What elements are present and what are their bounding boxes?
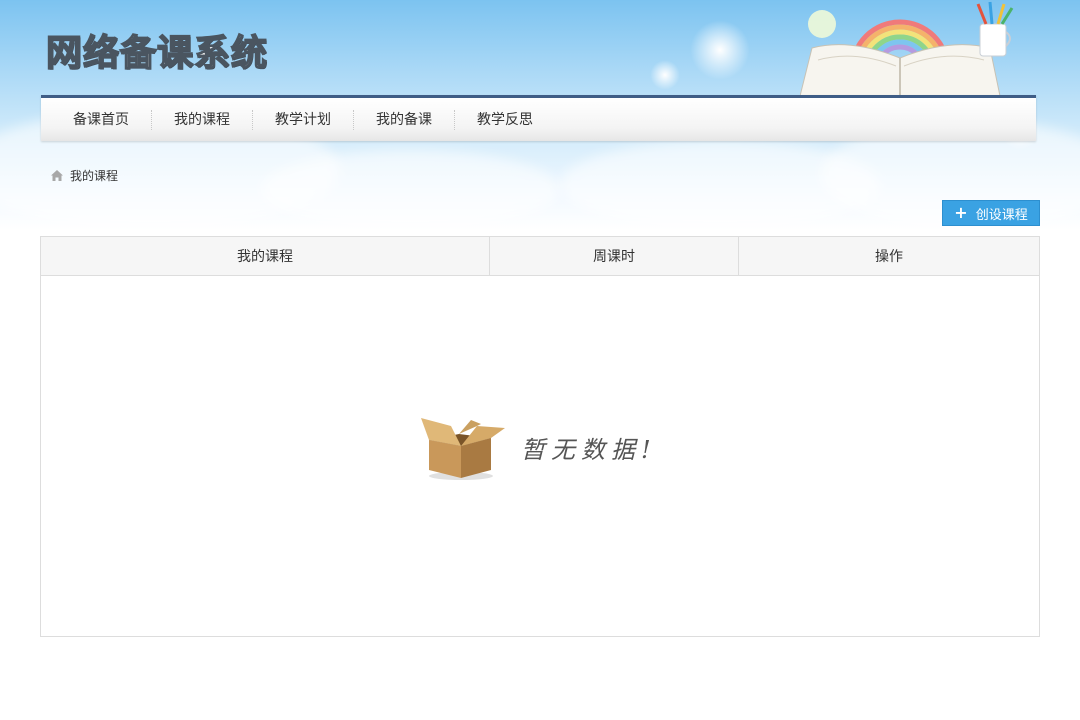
- nav-item-home[interactable]: 备课首页: [51, 109, 152, 130]
- main-nav: 备课首页 我的课程 教学计划 我的备课 教学反思: [41, 95, 1036, 141]
- empty-state: 暂无数据!: [421, 412, 681, 482]
- nav-item-my-lesson-prep[interactable]: 我的备课: [354, 109, 455, 130]
- home-icon[interactable]: [50, 169, 64, 182]
- courses-table: 我的课程 周课时 操作 暂无数据!: [40, 236, 1040, 637]
- nav-item-teaching-reflection[interactable]: 教学反思: [455, 110, 555, 130]
- empty-state-text: 暂无数据!: [521, 435, 657, 464]
- nav-item-teaching-plan[interactable]: 教学计划: [253, 109, 354, 130]
- app-logo-title: 网络备课系统: [45, 32, 269, 75]
- column-header-weekly-hours: 周课时: [490, 237, 739, 275]
- breadcrumb-current: 我的课程: [70, 168, 119, 183]
- column-header-actions: 操作: [875, 249, 903, 265]
- book-rainbow-illustration: [800, 1, 1014, 96]
- plus-icon: +: [954, 203, 968, 222]
- table-header: 我的课程 周课时 操作: [41, 237, 1039, 276]
- create-course-button[interactable]: + 创设课程: [942, 200, 1040, 226]
- column-header-course: 我的课程: [41, 237, 490, 275]
- nav-item-my-courses[interactable]: 我的课程: [152, 109, 253, 130]
- empty-box-icon: [421, 418, 505, 480]
- create-course-label: 创设课程: [975, 207, 1028, 223]
- breadcrumb: 我的课程: [50, 166, 118, 184]
